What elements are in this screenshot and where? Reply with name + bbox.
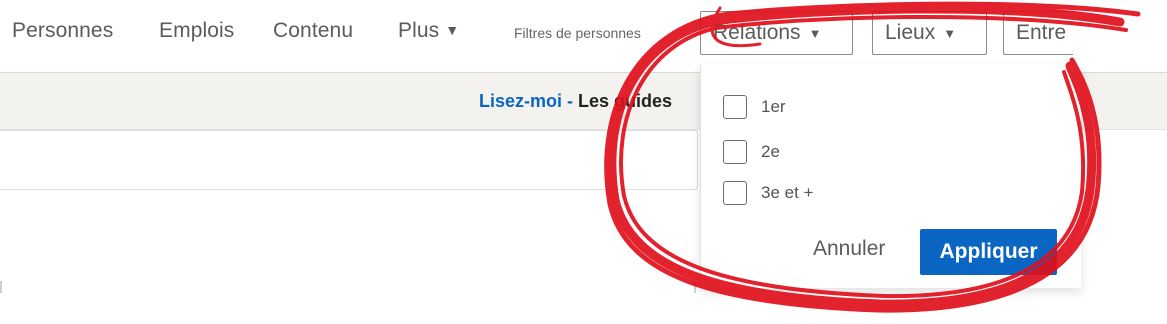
companies-filter-label: Entre [1016, 21, 1067, 44]
option-1st[interactable]: 1er [723, 95, 786, 119]
locations-filter-button[interactable]: Lieux ▼ [872, 11, 987, 55]
banner-separator: - [562, 91, 579, 111]
banner-text: Les guides [578, 91, 673, 111]
relations-filter-button[interactable]: Relations ▼ [700, 11, 853, 55]
divider [694, 281, 696, 293]
readme-banner: Lisez-moi - Les guides [479, 91, 699, 112]
nav-people[interactable]: Personnes [12, 19, 113, 43]
checkbox-1st[interactable] [723, 95, 747, 119]
checkbox-2nd[interactable] [723, 140, 747, 164]
nav-more-label: Plus [398, 19, 440, 42]
caret-down-icon: ▼ [445, 22, 460, 38]
checkbox-3rd-plus[interactable] [723, 181, 747, 205]
nav-more[interactable]: Plus ▼ [398, 19, 459, 43]
locations-filter-label: Lieux [885, 21, 936, 44]
divider [0, 281, 2, 293]
content-panel [0, 130, 698, 190]
apply-button[interactable]: Appliquer [920, 229, 1057, 275]
option-2nd-label: 2e [761, 142, 780, 161]
nav-content[interactable]: Contenu [273, 19, 353, 43]
top-navigation: Personnes Emplois Contenu Plus ▼ Filtres … [0, 0, 1167, 73]
option-2nd[interactable]: 2e [723, 140, 780, 164]
filters-label: Filtres de personnes [514, 25, 641, 41]
relations-dropdown: 1er 2e 3e et + Annuler Appliquer [700, 64, 1081, 288]
option-3rd-plus[interactable]: 3e et + [723, 181, 813, 205]
cancel-button[interactable]: Annuler [813, 237, 885, 261]
companies-filter-clip: Entre [1003, 11, 1073, 55]
nav-jobs[interactable]: Emplois [159, 19, 234, 43]
caret-down-icon: ▼ [943, 25, 957, 41]
companies-filter-button[interactable]: Entre [1003, 11, 1073, 55]
option-3rd-plus-label: 3e et + [761, 183, 814, 202]
caret-down-icon: ▼ [808, 25, 822, 41]
readme-link[interactable]: Lisez-moi [479, 91, 562, 111]
option-1st-label: 1er [761, 97, 786, 116]
relations-filter-label: Relations [713, 21, 801, 44]
